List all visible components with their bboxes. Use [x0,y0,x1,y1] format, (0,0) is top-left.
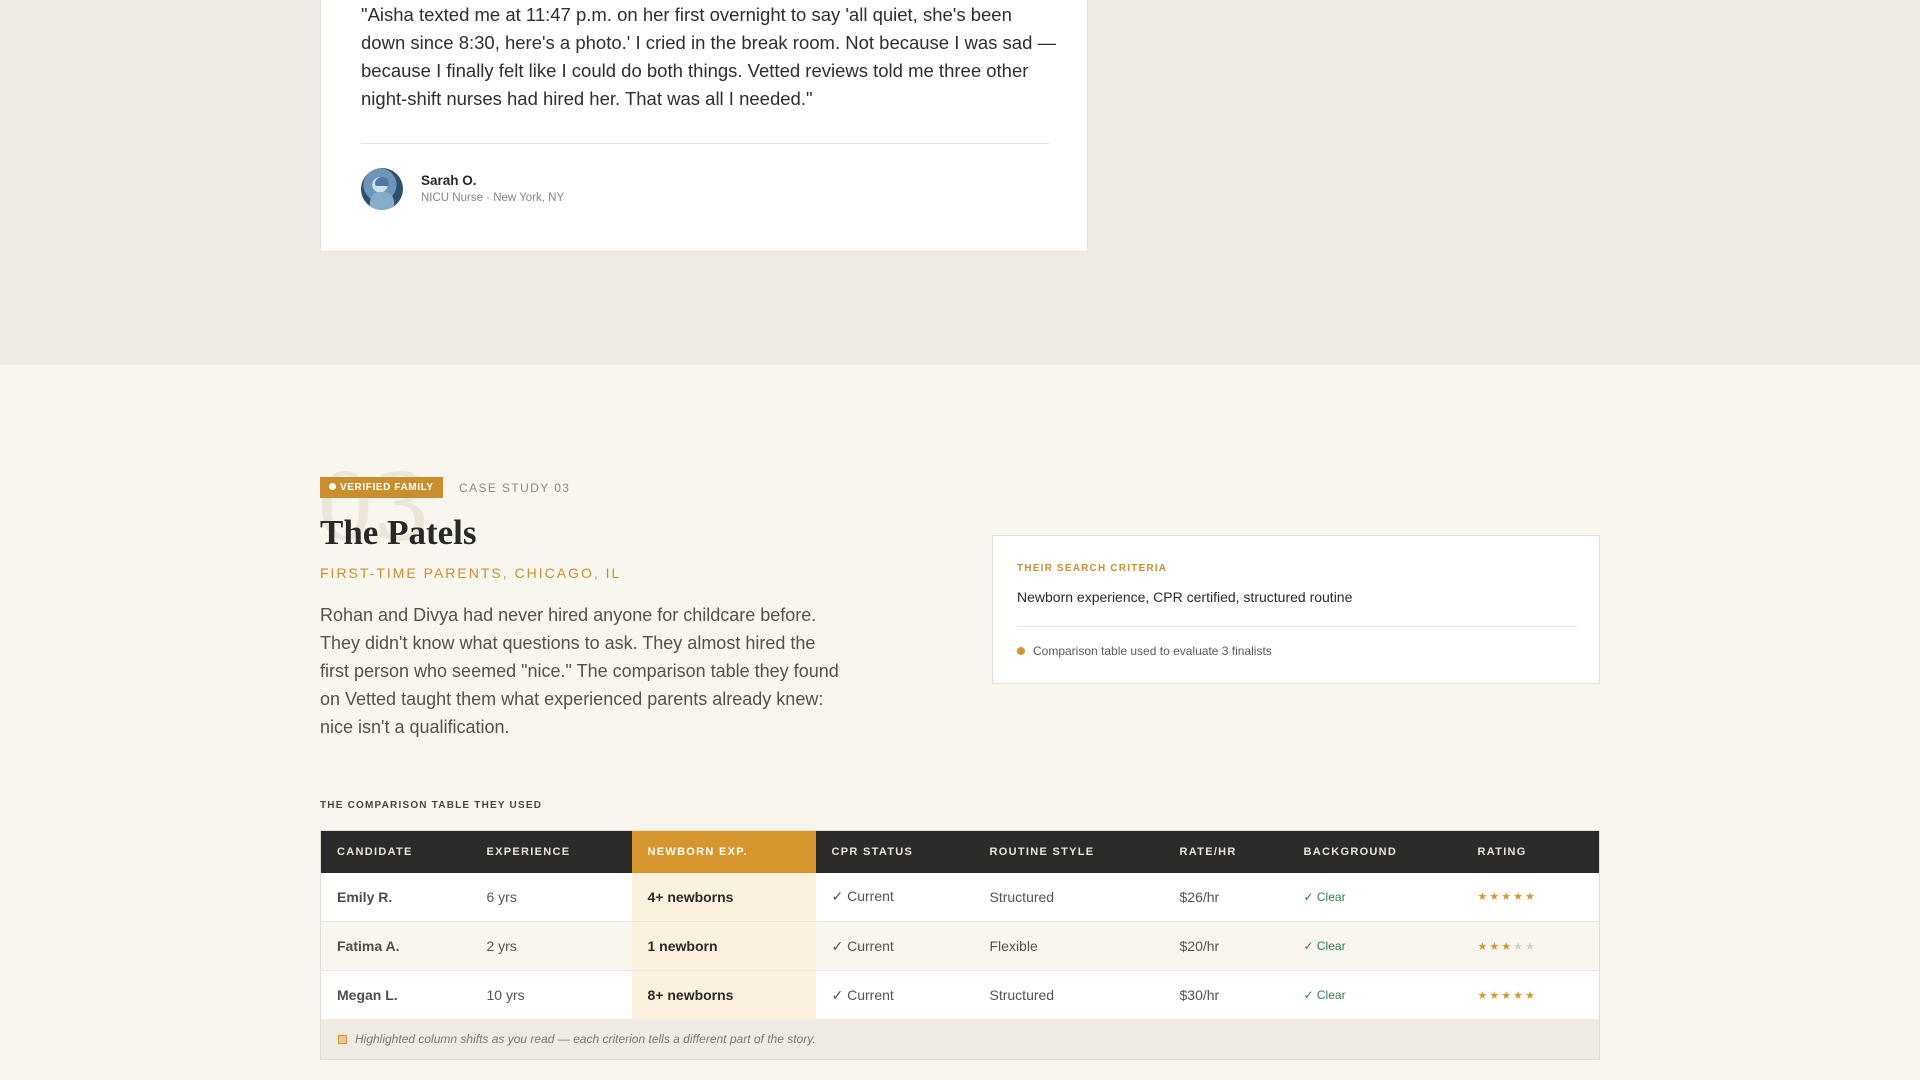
cell-cpr: ✓ Current [815,921,974,971]
criteria-value: Newborn experience, CPR certified, struc… [1017,589,1353,605]
cell-candidate: Emily R. [320,872,471,922]
divider [361,143,1049,144]
criteria-label: THEIR SEARCH CRITERIA [1017,563,1168,574]
cell-routine: Flexible [973,921,1164,971]
cell-rating: ★★★★★ [1461,970,1600,1020]
comparison-table: CANDIDATE EXPERIENCE NEWBORN EXP. CPR ST… [320,830,1600,1020]
testimonial-quote: "Aisha texted me at 11:47 p.m. on her fi… [361,4,1057,109]
cell-routine: Structured [973,970,1164,1020]
shield-icon [329,483,336,490]
verified-badge: VERIFIED FAMILY [320,477,443,498]
cell-newborn: 4+ newborns [631,872,816,922]
column-header-newborn: NEWBORN EXP. [631,830,816,873]
star-filled-icon: ★ [1501,940,1514,953]
table-header-row: CANDIDATE EXPERIENCE NEWBORN EXP. CPR ST… [320,830,1600,873]
star-filled-icon: ★ [1501,891,1514,904]
highlight-legend-icon [338,1035,347,1044]
star-empty-icon: ★ [1525,940,1537,953]
cell-rating: ★★★★★ [1461,872,1600,922]
case-study-label: CASE STUDY 03 [459,481,571,495]
search-criteria-card: THEIR SEARCH CRITERIA Newborn experience… [992,535,1600,684]
cell-background: ✓ Clear [1287,921,1462,971]
dot-icon [1017,647,1025,655]
cell-experience: 6 yrs [470,872,632,922]
cell-candidate: Fatima A. [320,921,471,971]
cell-experience: 2 yrs [470,921,632,971]
star-filled-icon: ★ [1513,989,1525,1002]
table-caption: THE COMPARISON TABLE THEY USED [320,800,543,811]
table-row: Emily R. 6 yrs 4+ newborns ✓ Current Str… [320,872,1600,922]
page-title: The Patels [320,513,477,552]
verified-badge-label: VERIFIED FAMILY [340,482,434,493]
star-filled-icon: ★ [1501,989,1514,1002]
cell-rate: $26/hr [1163,872,1288,922]
cell-background: ✓ Clear [1287,872,1462,922]
star-filled-icon: ★ [1489,940,1502,953]
author-meta: NICU Nurse · New York, NY [421,192,565,204]
star-filled-icon: ★ [1477,989,1490,1002]
star-filled-icon: ★ [1477,940,1490,953]
cell-candidate: Megan L. [320,970,471,1020]
column-header-experience: EXPERIENCE [470,830,632,873]
family-subtitle: FIRST-TIME PARENTS, CHICAGO, IL [320,565,622,581]
star-empty-icon: ★ [1513,940,1525,953]
column-header-cpr: CPR STATUS [815,830,974,873]
cell-cpr: ✓ Current [815,872,974,922]
cell-experience: 10 yrs [470,970,632,1020]
column-header-rating: RATING [1461,830,1600,873]
table-row: Megan L. 10 yrs 8+ newborns ✓ Current St… [320,970,1600,1020]
cell-rating: ★★★★★ [1461,921,1600,971]
avatar-body-shape [370,192,394,210]
author-name: Sarah O. [421,173,477,188]
table-footnote: Highlighted column shifts as you read — … [320,1019,1600,1060]
column-header-candidate: CANDIDATE [320,830,471,873]
cell-cpr: ✓ Current [815,970,974,1020]
star-filled-icon: ★ [1513,891,1525,904]
column-header-routine: ROUTINE STYLE [973,830,1164,873]
criteria-note: Comparison table used to evaluate 3 fina… [1017,644,1272,658]
star-filled-icon: ★ [1489,989,1502,1002]
cell-rate: $20/hr [1163,921,1288,971]
avatar-cap-shape [375,177,389,186]
cell-newborn: 8+ newborns [631,970,816,1020]
column-header-rate: RATE/HR [1163,830,1288,873]
table-footnote-text: Highlighted column shifts as you read — … [355,1032,816,1046]
column-header-background: BACKGROUND [1287,830,1462,873]
star-filled-icon: ★ [1477,891,1490,904]
star-filled-icon: ★ [1525,891,1537,904]
table-row: Fatima A. 2 yrs 1 newborn ✓ Current Flex… [320,921,1600,971]
star-filled-icon: ★ [1525,989,1537,1002]
testimonial-card: "Aisha texted me at 11:47 p.m. on her fi… [320,0,1088,252]
cell-routine: Structured [973,872,1164,922]
cell-rate: $30/hr [1163,970,1288,1020]
cell-newborn: 1 newborn [631,921,816,971]
family-story: Rohan and Divya had never hired anyone f… [320,605,839,737]
testimonial-section: "Aisha texted me at 11:47 p.m. on her fi… [0,0,1920,365]
star-filled-icon: ★ [1489,891,1502,904]
avatar [361,168,403,210]
criteria-note-text: Comparison table used to evaluate 3 fina… [1033,644,1272,658]
divider [1017,626,1577,627]
cell-background: ✓ Clear [1287,970,1462,1020]
